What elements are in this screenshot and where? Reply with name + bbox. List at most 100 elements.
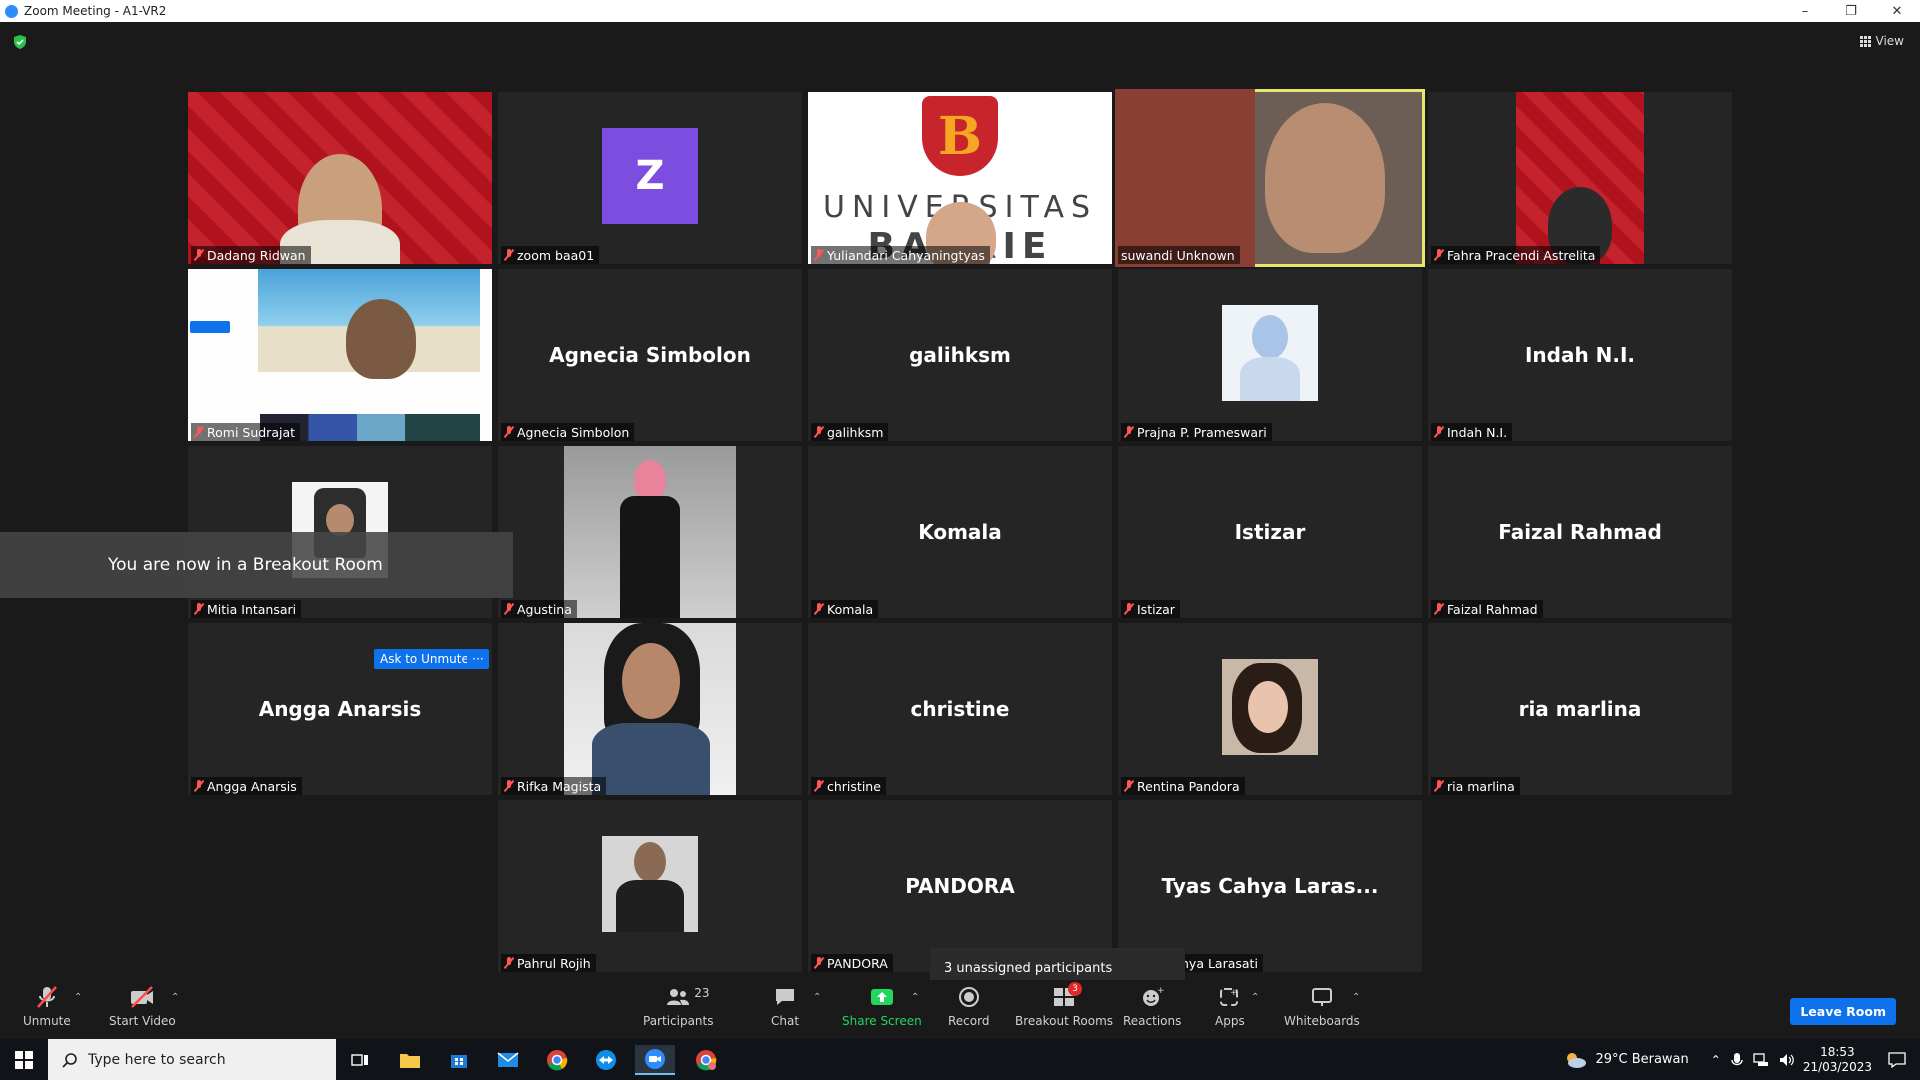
reactions-button[interactable]: + Reactions <box>1123 984 1181 1028</box>
mic-muted-icon <box>504 249 514 261</box>
participant-display-name: Tyas Cahya Laras... <box>1161 874 1379 898</box>
video-tile[interactable]: Pahrul Rojih <box>498 800 802 972</box>
chat-options-caret-icon[interactable]: ⌃ <box>813 992 821 1003</box>
breakout-rooms-icon: 3 <box>1050 982 1083 1010</box>
video-options-caret-icon[interactable]: ⌃ <box>171 992 179 1003</box>
active-speaker-tile[interactable]: suwandi Unknown <box>1115 89 1425 267</box>
view-label: View <box>1875 34 1904 48</box>
participants-icon: 23 <box>664 984 710 1010</box>
encryption-shield-icon[interactable] <box>12 34 28 50</box>
taskbar-search-box[interactable]: Type here to search <box>48 1039 336 1080</box>
participant-name-label: Agnecia Simbolon <box>501 423 635 441</box>
participant-name-label: suwandi Unknown <box>1118 246 1240 264</box>
system-tray: 29°C Berawan ⌃ 18:53 21/03/2023 <box>1563 1039 1920 1080</box>
video-tile[interactable]: Istizar Istizar <box>1118 446 1422 618</box>
participant-name-label: Pahrul Rojih <box>501 954 596 972</box>
record-label: Record <box>948 1014 990 1028</box>
breakout-rooms-button[interactable]: 3 Breakout Rooms <box>1015 982 1114 1028</box>
video-tile[interactable]: ria marlina ria marlina <box>1428 623 1732 795</box>
share-screen-button[interactable]: Share Screen <box>842 984 922 1028</box>
start-video-button[interactable]: Start Video <box>109 984 176 1028</box>
mic-muted-icon <box>814 957 824 969</box>
breakout-rooms-label: Breakout Rooms <box>1015 1014 1114 1028</box>
weather-cloud-icon[interactable] <box>1563 1050 1587 1070</box>
video-tile[interactable]: Agustina <box>498 446 802 618</box>
reactions-label: Reactions <box>1123 1014 1182 1028</box>
video-tile[interactable]: PANDORA PANDORA <box>808 800 1112 972</box>
audio-options-caret-icon[interactable]: ⌃ <box>74 992 82 1003</box>
ask-to-unmute-button[interactable]: Ask to Unmute <box>374 649 475 669</box>
participant-video <box>1265 103 1385 253</box>
video-tile[interactable]: Fahra Pracendi Astrelita <box>1428 92 1732 264</box>
video-tile[interactable]: Prajna P. Prameswari <box>1118 269 1422 441</box>
video-camera-off-icon <box>128 984 156 1010</box>
more-options-button[interactable]: ··· <box>467 649 489 669</box>
apps-label: Apps <box>1215 1014 1245 1028</box>
unmute-button[interactable]: Unmute <box>23 984 71 1028</box>
video-tile[interactable]: christine christine <box>808 623 1112 795</box>
record-button[interactable]: Record <box>948 984 989 1028</box>
participant-display-name: galihksm <box>909 343 1011 367</box>
participant-name-label: Romi Sudrajat <box>191 423 301 441</box>
video-tile[interactable]: galihksm galihksm <box>808 269 1112 441</box>
microphone-in-use-icon[interactable] <box>1731 1052 1743 1068</box>
participant-name-label: Agustina <box>501 600 577 618</box>
video-tile[interactable]: Rentina Pandora <box>1118 623 1422 795</box>
breakout-notification-text: You are now in a Breakout Room <box>108 555 383 575</box>
task-view-icon[interactable] <box>340 1045 380 1075</box>
weather-text[interactable]: 29°C Berawan <box>1595 1052 1688 1067</box>
participant-display-name: Komala <box>918 520 1002 544</box>
participant-display-name: ria marlina <box>1518 697 1642 721</box>
video-tile[interactable]: B UNIVERSITAS BAKRIE Yuliandari Cahyanin… <box>808 92 1112 264</box>
volume-icon[interactable] <box>1779 1053 1795 1067</box>
chrome-profile-icon[interactable] <box>686 1045 726 1075</box>
view-button[interactable]: View <box>1859 34 1904 48</box>
chat-button[interactable]: Chat <box>771 984 799 1028</box>
video-tile[interactable]: Indah N.I. Indah N.I. <box>1428 269 1732 441</box>
participants-button[interactable]: 23 Participants <box>643 984 714 1028</box>
meeting-toolbar: Unmute ⌃ Start Video ⌃ 23 Participants C… <box>0 980 1920 1039</box>
video-tile[interactable]: Romi Sudrajat <box>188 269 492 441</box>
whiteboard-options-caret-icon[interactable]: ⌃ <box>1352 992 1360 1003</box>
notifications-icon[interactable] <box>1888 1051 1906 1068</box>
apps-button[interactable]: + Apps <box>1215 984 1245 1028</box>
video-tile[interactable]: Z zoom baa01 <box>498 92 802 264</box>
close-button[interactable]: ✕ <box>1874 0 1920 22</box>
mic-muted-icon <box>194 249 204 261</box>
video-tile[interactable]: Tyas Cahya Laras... nya Larasati <box>1118 800 1422 972</box>
zoom-logo-icon <box>5 4 18 18</box>
minimize-button[interactable]: – <box>1782 0 1828 22</box>
participant-name-label: PANDORA <box>811 954 893 972</box>
video-tile[interactable]: Rifka Magista <box>498 623 802 795</box>
taskbar-clock[interactable]: 18:53 21/03/2023 <box>1803 1045 1872 1075</box>
reactions-emoji-icon: + <box>1138 984 1166 1010</box>
record-icon <box>955 984 983 1010</box>
mic-muted-icon <box>1124 603 1134 615</box>
zoom-taskbar-icon[interactable] <box>635 1045 675 1075</box>
leave-room-button[interactable]: Leave Room <box>1790 998 1896 1025</box>
file-explorer-icon[interactable] <box>390 1045 430 1075</box>
video-tile[interactable]: Komala Komala <box>808 446 1112 618</box>
microsoft-store-icon[interactable] <box>439 1045 479 1075</box>
video-tile[interactable]: Dadang Ridwan <box>188 92 492 264</box>
show-hidden-icons-chevron-icon[interactable]: ⌃ <box>1711 1053 1721 1067</box>
network-icon[interactable] <box>1753 1052 1769 1067</box>
restore-button[interactable]: ❐ <box>1828 0 1874 22</box>
mic-muted-icon <box>1434 603 1444 615</box>
video-tile[interactable]: Faizal Rahmad Faizal Rahmad <box>1428 446 1732 618</box>
windows-start-button[interactable] <box>0 1039 48 1080</box>
share-options-caret-icon[interactable]: ⌃ <box>911 992 919 1003</box>
participants-count: 23 <box>694 986 710 1000</box>
chrome-icon[interactable] <box>537 1045 577 1075</box>
share-screen-label: Share Screen <box>842 1014 922 1028</box>
teamviewer-icon[interactable] <box>586 1045 626 1075</box>
search-icon <box>62 1052 77 1068</box>
participant-name-label: christine <box>811 777 886 795</box>
whiteboard-icon <box>1308 984 1336 1010</box>
apps-options-caret-icon[interactable]: ⌃ <box>1251 992 1259 1003</box>
whiteboards-button[interactable]: Whiteboards <box>1284 984 1360 1028</box>
microphone-muted-icon <box>33 984 61 1010</box>
mail-icon[interactable] <box>488 1045 528 1075</box>
svg-text:+: + <box>1157 986 1164 996</box>
video-tile[interactable]: Agnecia Simbolon Agnecia Simbolon <box>498 269 802 441</box>
